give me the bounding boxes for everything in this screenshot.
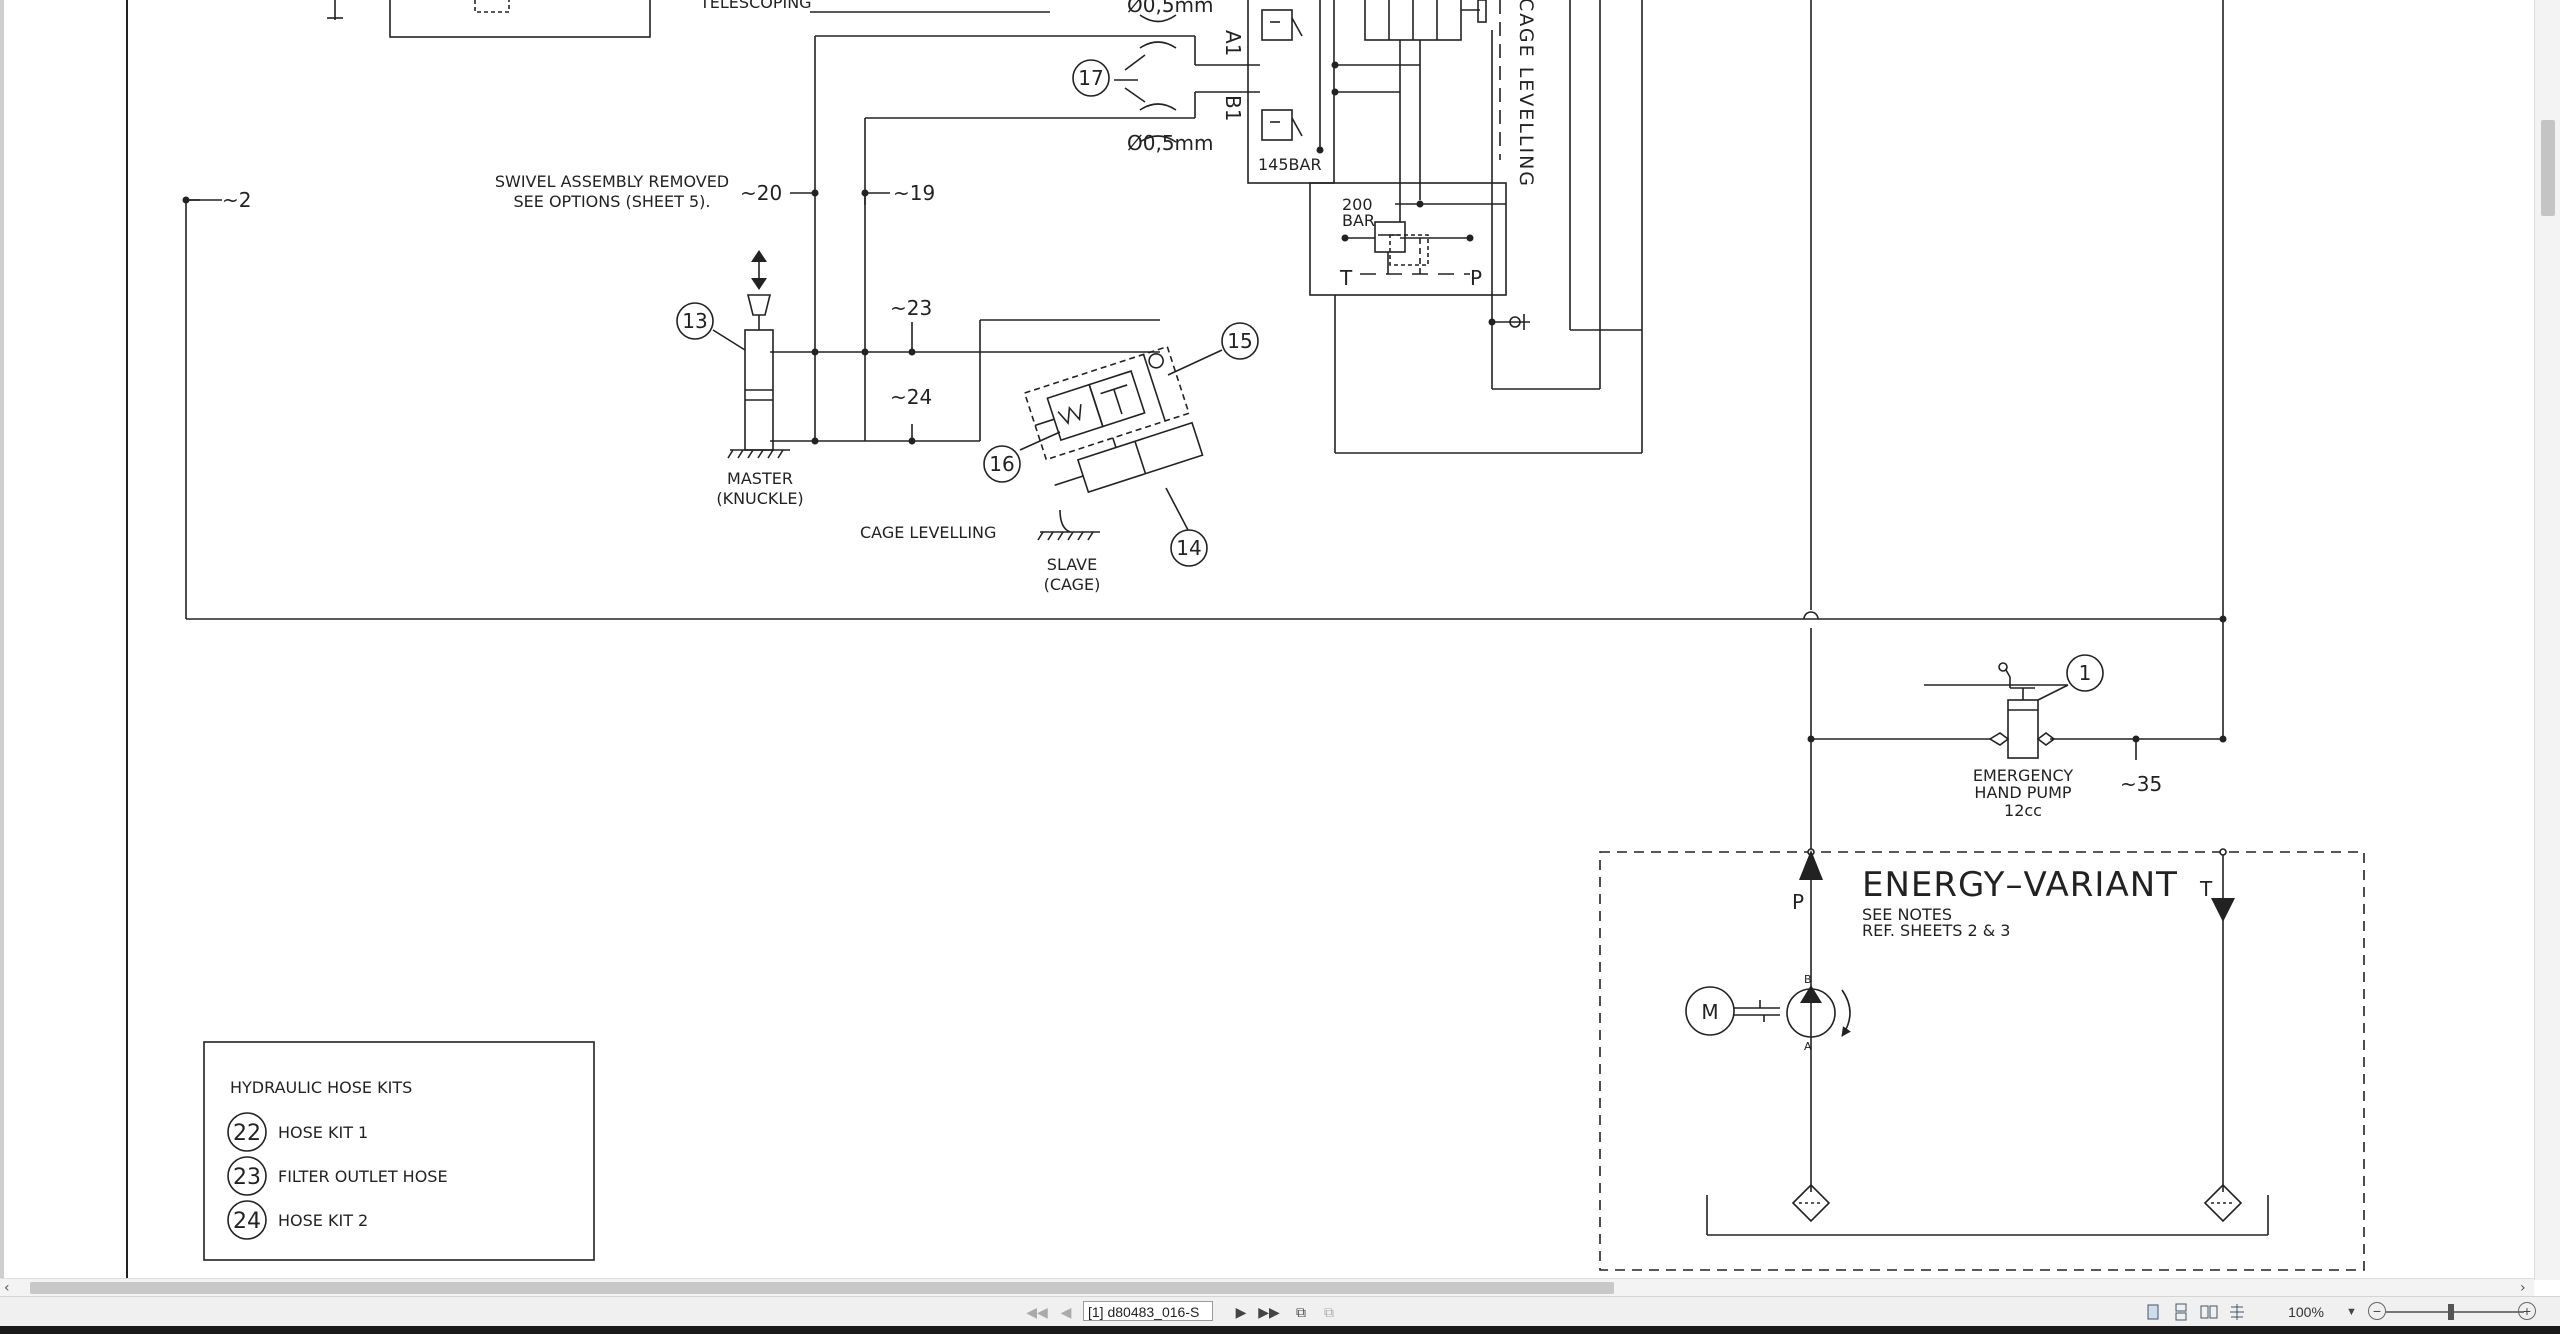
motor-label: M	[1701, 1000, 1718, 1024]
callout-1-text: 1	[2079, 661, 2092, 685]
slave-label-1: SLAVE	[1047, 555, 1097, 574]
port-b1-label: B1	[1221, 95, 1245, 121]
scroll-right-icon[interactable]: ›	[2520, 1279, 2526, 1297]
first-page-icon[interactable]: ◀◀	[1026, 1302, 1048, 1322]
hose-kits-title: HYDRAULIC HOSE KITS	[230, 1078, 412, 1097]
master-label-2: (KNUCKLE)	[716, 489, 803, 508]
port-p-label: P	[1470, 266, 1482, 290]
hose-kit-num-23: 23	[233, 1165, 261, 1190]
zoom-out-icon[interactable]: −	[2368, 1302, 2386, 1320]
hose-kits-legend: HYDRAULIC HOSE KITS 22 23 24 HOSE KIT 1 …	[203, 1041, 595, 1261]
callout-15-text: 15	[1227, 329, 1252, 353]
energy-p-label: P	[1792, 890, 1804, 914]
two-page-view-icon[interactable]	[2200, 1303, 2218, 1321]
hand-pump-label-2: HAND PUMP	[1974, 783, 2072, 802]
swivel-label-2: SEE OPTIONS (SHEET 5).	[513, 192, 710, 211]
energy-ref: REF. SHEETS 2 & 3	[1862, 921, 2010, 940]
status-bar: ◀◀ ◀ [1] d80483_016-S ▶ ▶▶ ⧉ ⧉ 100% ▼ − …	[0, 1296, 2560, 1327]
hose-kit-num-22: 22	[233, 1121, 261, 1146]
port-t-label: T	[1339, 266, 1353, 290]
next-page-icon[interactable]: ▶	[1230, 1302, 1252, 1322]
telescoping-label: TELESCOPING	[699, 0, 812, 12]
split-view-icon[interactable]	[2228, 1303, 2246, 1321]
zoom-slider-track[interactable]	[2386, 1311, 2524, 1313]
port-a1-label: A1	[1221, 30, 1245, 56]
ref-19: ~19	[893, 181, 935, 205]
continuous-view-icon[interactable]	[2172, 1303, 2190, 1321]
ref-23: ~23	[890, 296, 932, 320]
callout-13-text: 13	[682, 309, 707, 333]
ref-24: ~24	[890, 385, 932, 409]
swivel-label-1: SWIVEL ASSEMBLY REMOVED	[495, 172, 729, 191]
ref-2: ~2	[222, 188, 251, 212]
relief-145-label: 145BAR	[1258, 155, 1322, 174]
orifice-top-label: Ø0,5mm	[1127, 0, 1214, 17]
page-field[interactable]: [1] d80483_016-S	[1083, 1301, 1213, 1321]
cage-levelling-label: CAGE LEVELLING	[860, 523, 996, 542]
energy-t-label: T	[2199, 877, 2213, 901]
master-label-1: MASTER	[727, 469, 793, 488]
last-page-icon[interactable]: ▶▶	[1258, 1302, 1280, 1322]
hose-kit-label-24: HOSE KIT 2	[278, 1211, 368, 1230]
hydraulic-schematic: 17 13 15 16 14 1 ~2 ~20 ~19 ~23 ~24 ~35 …	[126, 0, 2365, 1278]
taskbar-edge	[0, 1326, 2560, 1334]
scroll-left-icon[interactable]: ‹	[4, 1279, 10, 1297]
callout-14-text: 14	[1176, 536, 1201, 560]
prev-page-icon[interactable]: ◀	[1055, 1302, 1077, 1322]
pump-b-label: B	[1804, 973, 1812, 986]
pump-a-label: A	[1804, 1040, 1812, 1053]
horizontal-scrollbar[interactable]: ‹ ›	[0, 1278, 2534, 1297]
hose-kit-label-23: FILTER OUTLET HOSE	[278, 1167, 448, 1186]
single-page-view-icon[interactable]	[2144, 1303, 2162, 1321]
ref-20: ~20	[740, 181, 782, 205]
paste-page-icon[interactable]: ⧉	[1318, 1302, 1340, 1322]
ref-35: ~35	[2120, 772, 2162, 796]
zoom-dropdown-icon[interactable]: ▼	[2346, 1302, 2357, 1322]
orifice-bottom-label: Ø0,5mm	[1127, 131, 1214, 155]
hand-pump-label-3: 12cc	[2004, 801, 2042, 820]
horizontal-scroll-thumb[interactable]	[30, 1282, 1614, 1294]
vertical-scroll-thumb[interactable]	[2541, 120, 2555, 216]
vertical-scrollbar[interactable]	[2534, 0, 2560, 1280]
energy-variant-title: ENERGY–VARIANT	[1862, 865, 2178, 905]
cage-levelling-vertical-label: CAGE LEVELLING	[1515, 0, 1537, 188]
hose-kit-label-22: HOSE KIT 1	[278, 1123, 368, 1142]
relief-200-label-2: BAR	[1342, 211, 1375, 230]
callout-16-text: 16	[989, 452, 1014, 476]
copy-page-icon[interactable]: ⧉	[1290, 1302, 1312, 1322]
slave-label-2: (CAGE)	[1044, 575, 1101, 594]
zoom-slider-thumb[interactable]	[2448, 1304, 2454, 1320]
zoom-level: 100%	[2288, 1304, 2324, 1320]
hose-kit-num-24: 24	[233, 1209, 261, 1234]
zoom-in-icon[interactable]: +	[2518, 1302, 2536, 1320]
callout-17-text: 17	[1078, 66, 1103, 90]
